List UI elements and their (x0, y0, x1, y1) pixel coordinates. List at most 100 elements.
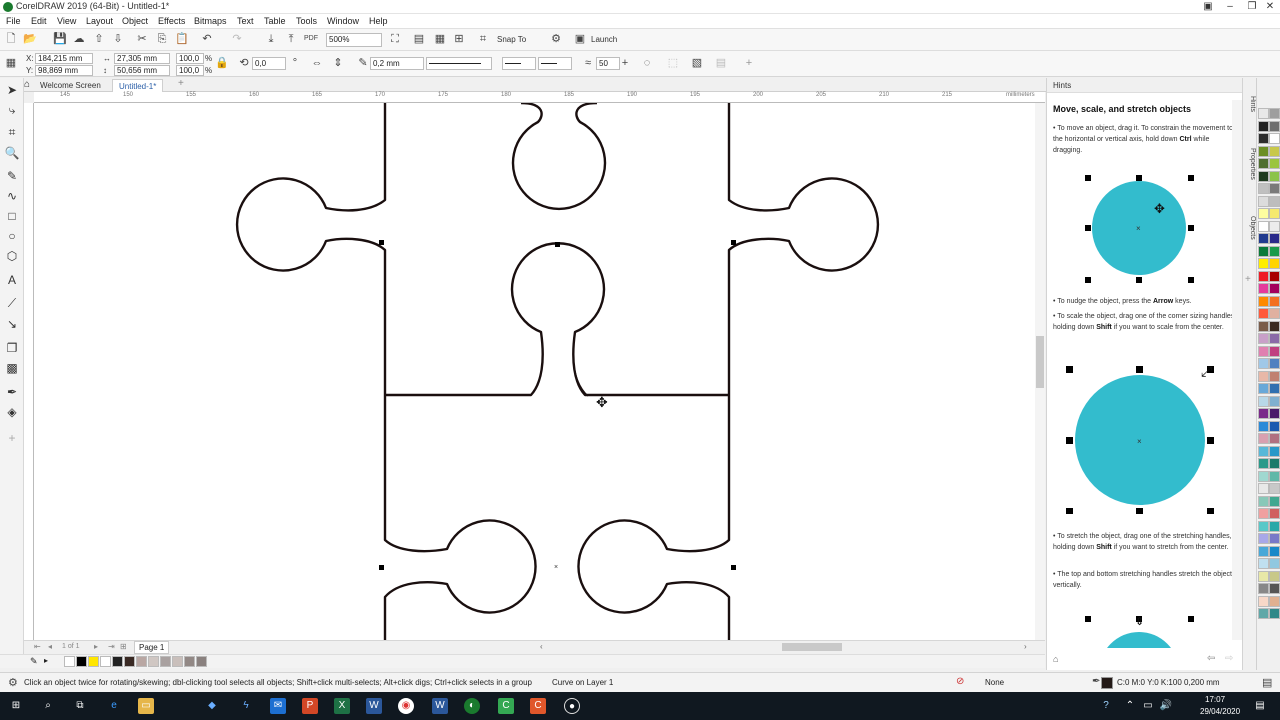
outline-pen-status-icon[interactable]: ✒ (1092, 676, 1100, 687)
menu-edit[interactable]: Edit (31, 16, 47, 26)
add-icon[interactable]: + (742, 56, 756, 70)
palette-swatch[interactable] (1269, 308, 1280, 319)
smoothing-field[interactable]: 50 (596, 57, 620, 70)
swatch-brown[interactable] (124, 656, 135, 667)
notifications-icon[interactable]: ▤ (1252, 698, 1268, 714)
polygon-tool-icon[interactable]: ⬡ (4, 248, 20, 264)
swatch-light-taupe[interactable] (148, 656, 159, 667)
eyedropper-icon[interactable]: ✎ (30, 656, 38, 667)
palette-swatch[interactable] (1258, 208, 1269, 219)
coreldraw-taskbar-icon[interactable]: ◐ (464, 698, 480, 714)
shape-tool-icon[interactable]: ⤷ (4, 102, 20, 118)
mirror-vertical-icon[interactable]: ⇕ (331, 56, 345, 70)
freehand-tool-icon[interactable]: ✎ (4, 168, 20, 184)
windows-start-icon[interactable]: ⊞ (8, 698, 24, 714)
line-style-dropdown[interactable] (426, 57, 492, 70)
palette-swatch[interactable] (1258, 370, 1269, 382)
palette-swatch[interactable] (1269, 533, 1280, 544)
tab-welcome-screen[interactable]: Welcome Screen (34, 79, 107, 92)
network-icon[interactable]: ▭ (1140, 698, 1156, 714)
swatch-gray[interactable] (160, 656, 171, 667)
palette-swatch[interactable] (1258, 508, 1269, 519)
hints-home-icon[interactable]: ⌂ (1053, 654, 1058, 664)
palette-swatch[interactable] (1269, 158, 1280, 169)
palette-swatch[interactable] (1269, 133, 1280, 144)
scale-height-field[interactable]: 100,0 (176, 65, 204, 76)
crop-tool-icon[interactable]: ⌗ (4, 124, 20, 140)
palette-swatch[interactable] (1258, 295, 1269, 307)
docker-add-icon[interactable]: + (1245, 274, 1251, 285)
menu-bitmaps[interactable]: Bitmaps (194, 16, 227, 26)
new-tab-plus-icon[interactable]: + (178, 78, 184, 89)
palette-swatch[interactable] (1269, 595, 1280, 607)
x-position-field[interactable]: 184,215 mm (35, 53, 93, 64)
lock-ratio-icon[interactable]: 🔒 (215, 56, 229, 70)
scale-width-field[interactable]: 100,0 (176, 53, 204, 64)
close-button[interactable]: ✕ (1260, 0, 1280, 14)
palette-swatch[interactable] (1269, 358, 1280, 369)
paste-icon[interactable]: 📋 (175, 32, 189, 46)
minimize-button[interactable]: – (1220, 0, 1240, 14)
palette-swatch[interactable] (1269, 558, 1280, 569)
palette-swatch[interactable] (1258, 183, 1269, 194)
zoom-level-field[interactable]: 500% (326, 33, 382, 47)
palette-swatch[interactable] (1269, 245, 1280, 257)
last-page-icon[interactable]: ⇥ (108, 642, 115, 651)
palette-swatch[interactable] (1269, 420, 1280, 432)
prev-page-icon[interactable]: ◂ (48, 642, 52, 651)
palette-swatch[interactable] (1269, 483, 1280, 494)
status-fill-tool-icon[interactable]: ▤ (1262, 676, 1272, 689)
launch-dropdown[interactable]: Launch (591, 35, 617, 44)
tray-chevron-icon[interactable]: ⌃ (1122, 698, 1138, 714)
palette-swatch[interactable] (1269, 395, 1280, 407)
scroll-left-icon[interactable]: ‹ (540, 642, 543, 651)
edge-browser-icon[interactable]: e (106, 698, 122, 714)
palette-swatch[interactable] (1258, 533, 1269, 544)
menu-layout[interactable]: Layout (86, 16, 113, 26)
palette-swatch[interactable] (1258, 470, 1269, 482)
guidelines-icon[interactable]: ⊞ (452, 32, 466, 46)
add-page-icon[interactable]: ⊞ (120, 642, 127, 651)
volume-icon[interactable]: 🔊 (1158, 698, 1174, 714)
swatch-dark-gray[interactable] (184, 656, 195, 667)
snap-to-dropdown[interactable]: Snap To (497, 35, 526, 44)
export-file-icon[interactable]: ⤒ (284, 32, 298, 46)
drawing-canvas[interactable]: × ✥ (34, 103, 1035, 640)
menu-table[interactable]: Table (264, 16, 286, 26)
menu-text[interactable]: Text (237, 16, 254, 26)
word-icon[interactable]: W (366, 698, 382, 714)
menu-file[interactable]: File (6, 16, 21, 26)
palette-swatch[interactable] (1269, 570, 1280, 582)
vertical-ruler[interactable] (24, 103, 34, 640)
status-settings-icon[interactable]: ⚙ (8, 676, 18, 689)
palette-swatch[interactable] (1269, 445, 1280, 457)
palette-swatch[interactable] (1258, 170, 1269, 182)
trim-icon[interactable]: ⬚ (666, 56, 680, 70)
palette-swatch[interactable] (1269, 108, 1280, 119)
dropbox-icon[interactable]: ◆ (204, 698, 220, 714)
palette-swatch[interactable] (1269, 145, 1280, 157)
parallel-dimension-icon[interactable]: ⟋ (4, 295, 20, 311)
quick-customize-plus-icon[interactable]: + (4, 430, 20, 446)
swatch-yellow[interactable] (88, 656, 99, 667)
palette-swatch[interactable] (1258, 133, 1269, 144)
palette-swatch[interactable] (1269, 433, 1280, 444)
palette-swatch[interactable] (1258, 433, 1269, 444)
chrome-icon[interactable]: ◉ (398, 698, 414, 714)
horizontal-ruler[interactable]: 145 150 155 160 165 170 175 180 185 190 … (34, 92, 1045, 103)
menu-object[interactable]: Object (122, 16, 148, 26)
end-arrowhead-dropdown[interactable] (538, 57, 572, 70)
palette-swatch[interactable] (1258, 233, 1269, 244)
wrap-text-icon[interactable]: ▧ (690, 56, 704, 70)
quick-customize-icon[interactable]: ▤ (714, 56, 728, 70)
menu-view[interactable]: View (57, 16, 76, 26)
palette-swatch[interactable] (1269, 408, 1280, 419)
eyedropper-tool-icon[interactable]: ✒ (4, 384, 20, 400)
import-icon[interactable]: ⇧ (92, 32, 106, 46)
taskbar-search-icon[interactable]: ⌕ (40, 698, 56, 714)
transparency-tool-icon[interactable]: ▩ (4, 360, 20, 376)
palette-swatch[interactable] (1258, 270, 1269, 282)
export-icon[interactable]: ⇩ (111, 32, 125, 46)
first-page-icon[interactable]: ⇤ (34, 642, 41, 651)
palette-swatch[interactable] (1269, 183, 1280, 194)
